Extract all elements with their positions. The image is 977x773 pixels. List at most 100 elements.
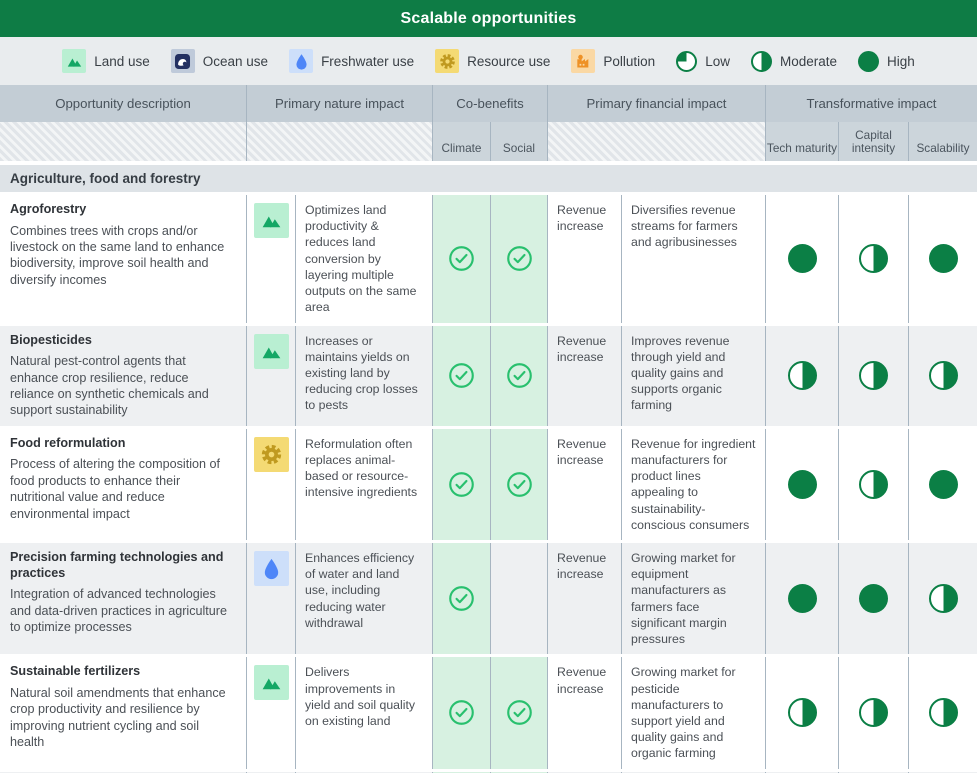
opportunity-description: Natural soil amendments that enhance cro…	[10, 685, 234, 750]
climate-check-cell	[432, 543, 490, 654]
scalability-level-icon	[929, 470, 958, 499]
scalable-opportunities-table: Scalable opportunities Land use Ocean us…	[0, 0, 977, 773]
capital-intensity-level-icon	[859, 698, 888, 727]
social-check-cell	[490, 429, 547, 540]
legend-label: Moderate	[780, 54, 837, 69]
legend-label: Resource use	[467, 54, 550, 69]
tech-maturity-cell	[765, 429, 838, 540]
opportunity-description: Process of altering the composition of f…	[10, 456, 234, 521]
nature-impact-text: Reformulation often replaces animal-base…	[295, 429, 432, 540]
land-use-icon	[254, 203, 289, 238]
table-row-food-reformulation: Food reformulation Process of altering t…	[0, 429, 977, 540]
capital-intensity-cell	[838, 543, 908, 654]
subcol-scalability: Scalability	[908, 122, 977, 161]
financial-impact-label: Revenue increase	[547, 326, 621, 426]
resource-use-icon	[254, 437, 289, 472]
climate-check-cell	[432, 657, 490, 768]
nature-impact-icon-cell	[246, 657, 295, 768]
financial-impact-text: Revenue for ingredient manufacturers for…	[621, 429, 765, 540]
legend-label: Ocean use	[203, 54, 268, 69]
col-co-benefits: Co-benefits	[432, 85, 547, 122]
tech-maturity-level-icon	[788, 698, 817, 727]
financial-impact-label: Revenue increase	[547, 543, 621, 654]
scalability-level-icon	[929, 698, 958, 727]
legend-label: Low	[705, 54, 730, 69]
tech-maturity-cell	[765, 195, 838, 323]
financial-impact-label: Revenue increase	[547, 429, 621, 540]
land-use-icon	[254, 665, 289, 700]
legend-item-moderate: Moderate	[751, 51, 837, 72]
col-primary-nature-impact: Primary nature impact	[246, 85, 432, 122]
moderate-level-icon	[751, 51, 772, 72]
financial-impact-text: Improves revenue through yield and quali…	[621, 326, 765, 426]
table-row-agroforestry: Agroforestry Combines trees with crops a…	[0, 195, 977, 323]
subcell-hatch-description	[0, 122, 246, 161]
low-level-icon	[676, 51, 697, 72]
financial-impact-text: Growing market for equipment manufacture…	[621, 543, 765, 654]
table-title-bar: Scalable opportunities	[0, 0, 977, 37]
opportunity-name: Food reformulation	[10, 436, 234, 452]
capital-intensity-level-icon	[859, 470, 888, 499]
check-icon	[506, 245, 533, 272]
scalability-cell	[908, 657, 977, 768]
check-icon	[506, 471, 533, 498]
nature-impact-text: Delivers improvements in yield and soil …	[295, 657, 432, 768]
col-transformative-impact: Transformative impact	[765, 85, 977, 122]
nature-impact-text: Enhances efficiency of water and land us…	[295, 543, 432, 654]
opportunity-name: Agroforestry	[10, 202, 234, 218]
opportunity-name: Precision farming technologies and pract…	[10, 550, 234, 581]
capital-intensity-level-icon	[859, 244, 888, 273]
column-header-row: Opportunity description Primary nature i…	[0, 85, 977, 122]
capital-intensity-cell	[838, 326, 908, 426]
nature-impact-icon-cell	[246, 543, 295, 654]
nature-impact-icon-cell	[246, 326, 295, 426]
legend-label: High	[887, 54, 915, 69]
tech-maturity-cell	[765, 543, 838, 654]
legend-item-freshwater-use: Freshwater use	[289, 49, 414, 73]
financial-impact-label: Revenue increase	[547, 657, 621, 768]
freshwater-use-icon	[254, 551, 289, 586]
subcell-hatch-financial	[547, 122, 765, 161]
opportunity-cell: Precision farming technologies and pract…	[0, 543, 246, 654]
scalability-cell	[908, 429, 977, 540]
opportunity-description: Combines trees with crops and/or livesto…	[10, 223, 234, 288]
check-icon	[506, 699, 533, 726]
tech-maturity-level-icon	[788, 361, 817, 390]
legend-label: Pollution	[603, 54, 655, 69]
climate-check-cell	[432, 195, 490, 323]
high-level-icon	[858, 51, 879, 72]
section-title: Agriculture, food and forestry	[10, 171, 201, 186]
subcol-social: Social	[490, 122, 547, 161]
check-icon	[448, 699, 475, 726]
page-title: Scalable opportunities	[401, 10, 577, 28]
resource-use-icon	[435, 49, 459, 73]
subcol-tech-maturity: Tech maturity	[765, 122, 838, 161]
land-use-icon	[62, 49, 86, 73]
scalability-level-icon	[929, 361, 958, 390]
subcell-hatch-nature	[246, 122, 432, 161]
legend-bar: Land use Ocean use Freshwater use Resour…	[0, 37, 977, 85]
subcol-capital-intensity: Capital intensity	[838, 122, 908, 161]
check-icon	[448, 362, 475, 389]
check-icon	[448, 471, 475, 498]
nature-impact-icon-cell	[246, 429, 295, 540]
section-header: Agriculture, food and forestry	[0, 165, 977, 192]
legend-item-low: Low	[676, 51, 730, 72]
ocean-use-icon	[171, 49, 195, 73]
financial-impact-text: Diversifies revenue streams for farmers …	[621, 195, 765, 323]
nature-impact-text: Increases or maintains yields on existin…	[295, 326, 432, 426]
social-check-cell	[490, 543, 547, 654]
tech-maturity-cell	[765, 326, 838, 426]
tech-maturity-cell	[765, 657, 838, 768]
opportunity-description: Natural pest-control agents that enhance…	[10, 353, 234, 418]
financial-impact-label: Revenue increase	[547, 195, 621, 323]
scalability-level-icon	[929, 244, 958, 273]
opportunity-cell: Food reformulation Process of altering t…	[0, 429, 246, 540]
capital-intensity-level-icon	[859, 584, 888, 613]
social-check-cell	[490, 657, 547, 768]
legend-item-pollution: Pollution	[571, 49, 655, 73]
climate-check-cell	[432, 429, 490, 540]
opportunity-cell: Biopesticides Natural pest-control agent…	[0, 326, 246, 426]
tech-maturity-level-icon	[788, 470, 817, 499]
opportunity-cell: Agroforestry Combines trees with crops a…	[0, 195, 246, 323]
